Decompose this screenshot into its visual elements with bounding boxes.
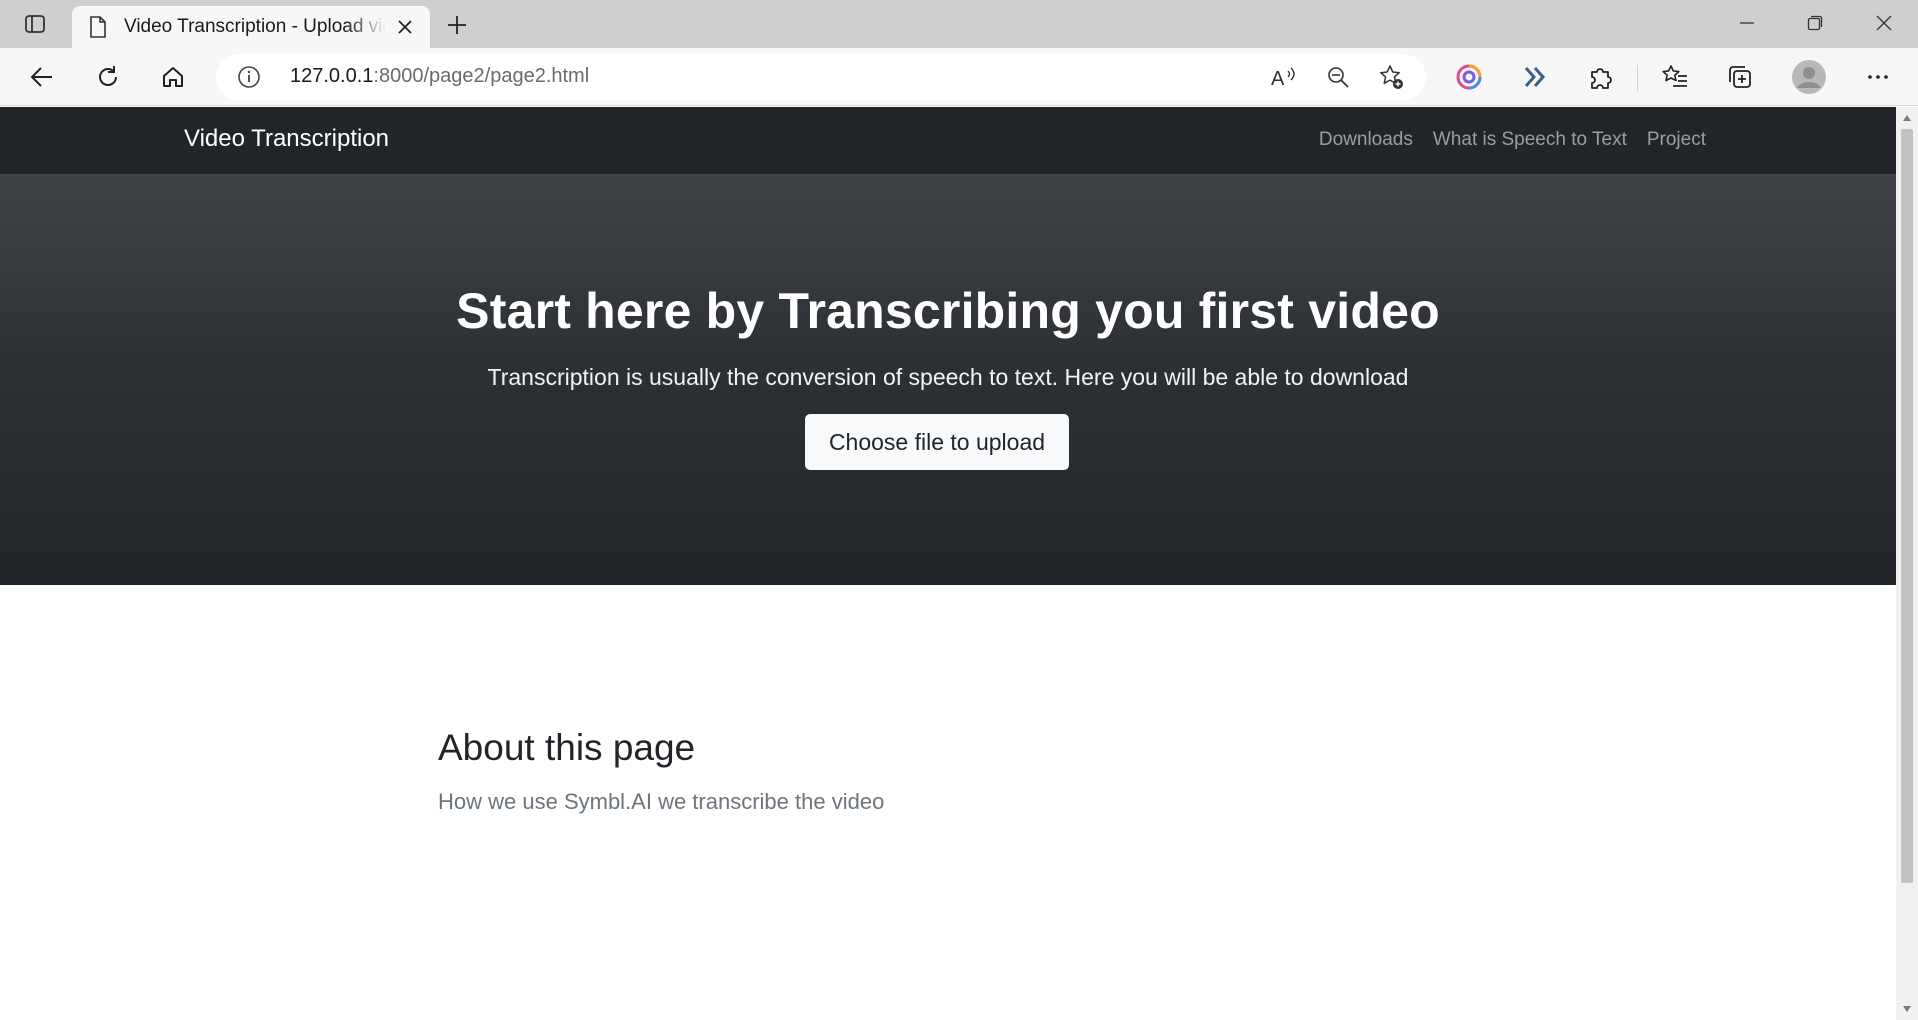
read-aloud-icon[interactable]: A xyxy=(1268,62,1300,92)
minimize-icon[interactable] xyxy=(1713,0,1781,46)
nav-link-downloads[interactable]: Downloads xyxy=(1319,129,1413,151)
nav-link-speech-to-text[interactable]: What is Speech to Text xyxy=(1433,129,1627,151)
tab-title: Video Transcription - Upload video xyxy=(124,16,386,37)
close-icon[interactable] xyxy=(392,14,418,40)
plus-icon[interactable] xyxy=(440,8,474,42)
more-icon[interactable] xyxy=(1858,57,1898,97)
url-host: 127.0.0.1 xyxy=(290,65,374,87)
hero-title: Start here by Transcribing you first vid… xyxy=(456,283,1440,339)
address-bar[interactable]: 127.0.0.1:8000/page2/page2.html A xyxy=(216,54,1426,100)
close-window-icon[interactable] xyxy=(1850,0,1918,46)
url-path: :8000/page2/page2.html xyxy=(373,65,590,87)
page-viewport: Video Transcription Downloads What is Sp… xyxy=(0,107,1896,1020)
add-favorite-icon[interactable] xyxy=(1376,62,1408,92)
site-navbar: Video Transcription Downloads What is Sp… xyxy=(0,107,1896,174)
browser-tab-bar: Video Transcription - Upload video xyxy=(0,0,1918,48)
home-icon[interactable] xyxy=(153,57,193,97)
navbar-brand[interactable]: Video Transcription xyxy=(184,125,389,153)
about-section: About this page How we use Symbl.AI we t… xyxy=(438,727,884,815)
colorful-extension-icon[interactable] xyxy=(1449,57,1489,97)
browser-tab-active[interactable]: Video Transcription - Upload video xyxy=(72,6,430,48)
tab-actions-icon[interactable] xyxy=(16,10,54,38)
refresh-icon[interactable] xyxy=(88,57,128,97)
profile-avatar-icon[interactable] xyxy=(1789,57,1829,97)
zoom-out-icon[interactable] xyxy=(1322,62,1354,92)
nav-link-project[interactable]: Project xyxy=(1647,129,1706,151)
favorites-icon[interactable] xyxy=(1655,57,1695,97)
about-text: How we use Symbl.AI we transcribe the vi… xyxy=(438,789,885,814)
about-title: About this page xyxy=(438,727,696,768)
puzzle-icon[interactable] xyxy=(1580,57,1620,97)
page-scrollbar[interactable] xyxy=(1896,107,1918,1020)
info-icon[interactable] xyxy=(236,64,262,90)
browser-toolbar: 127.0.0.1:8000/page2/page2.html A xyxy=(0,48,1918,106)
hero-lead: Transcription is usually the conversion … xyxy=(487,364,1409,390)
choose-file-button[interactable]: Choose file to upload xyxy=(805,414,1069,470)
page-icon xyxy=(88,15,108,39)
hero-section: Start here by Transcribing you first vid… xyxy=(0,174,1896,585)
collections-icon[interactable] xyxy=(1720,57,1760,97)
scrollbar-thumb[interactable] xyxy=(1901,129,1913,883)
navbar-links: Downloads What is Speech to Text Project xyxy=(1319,129,1706,151)
svg-text:A: A xyxy=(1271,68,1285,89)
back-arrow-icon[interactable] xyxy=(22,57,62,97)
restore-icon[interactable] xyxy=(1781,0,1849,46)
scroll-down-arrow-icon[interactable] xyxy=(1900,1002,1914,1016)
toolbar-separator xyxy=(1637,65,1638,91)
url-text[interactable]: 127.0.0.1:8000/page2/page2.html xyxy=(290,65,589,88)
double-chevron-icon[interactable] xyxy=(1515,57,1555,97)
scroll-up-arrow-icon[interactable] xyxy=(1900,111,1914,125)
